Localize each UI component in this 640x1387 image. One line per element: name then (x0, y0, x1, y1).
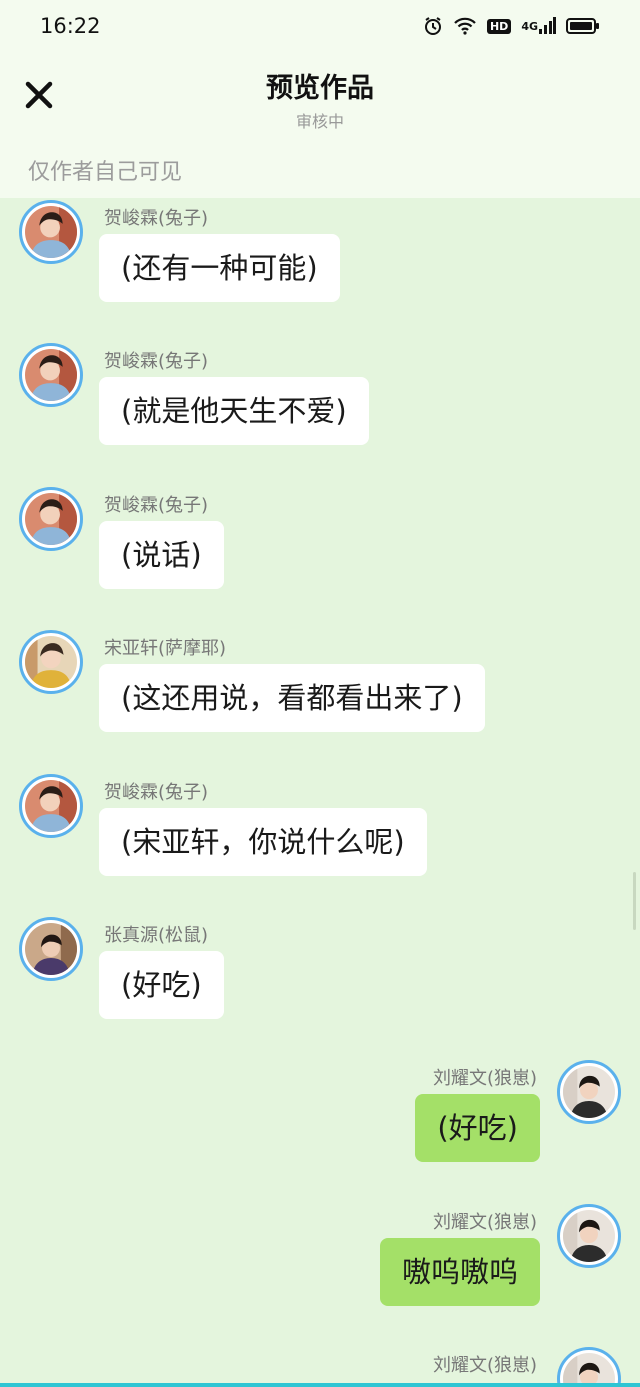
battery-icon (566, 17, 600, 35)
avatar-image (25, 780, 77, 832)
sender-name: 贺峻霖(兔子) (104, 208, 209, 229)
message-bubble[interactable]: (说话) (99, 521, 224, 589)
avatar-image (25, 636, 77, 688)
sender-name: 贺峻霖(兔子) (104, 782, 209, 803)
signal-icon: 4G (521, 17, 556, 35)
avatar-image (25, 206, 77, 258)
chat-list[interactable]: 贺峻霖(兔子) (还有一种可能) 贺峻霖(兔子) (就是他天生不爱) 贺峻霖(兔… (0, 198, 640, 1385)
wifi-icon (453, 17, 477, 35)
avatar[interactable] (19, 774, 83, 838)
scroll-indicator[interactable] (633, 872, 636, 930)
avatar-image (563, 1066, 615, 1118)
avatar-image (25, 349, 77, 401)
sender-name: 刘耀文(狼崽) (432, 1212, 537, 1233)
page-title: 预览作品 (266, 73, 374, 104)
network-type: 4G (521, 19, 538, 33)
avatar[interactable] (19, 343, 83, 407)
visibility-note: 仅作者自己可见 (28, 160, 183, 185)
avatar[interactable] (19, 917, 83, 981)
status-time: 16:22 (40, 14, 101, 38)
avatar[interactable] (19, 200, 83, 264)
status-icons: HD 4G (423, 16, 600, 36)
message-bubble[interactable]: (这还用说，看都看出来了) (99, 664, 485, 732)
sender-name: 宋亚轩(萨摩耶) (104, 638, 227, 659)
status-bar: 16:22 HD 4G (0, 0, 640, 56)
bottom-bar (0, 1383, 640, 1387)
review-status: 审核中 (295, 112, 344, 131)
avatar[interactable] (19, 630, 83, 694)
message-bubble[interactable]: (还有一种可能) (99, 234, 340, 302)
sender-name: 贺峻霖(兔子) (104, 495, 209, 516)
sender-name: 张真源(松鼠) (104, 925, 209, 946)
avatar-image (25, 923, 77, 975)
avatar[interactable] (557, 1204, 621, 1268)
message-bubble[interactable]: (好吃) (99, 951, 224, 1019)
sender-name: 刘耀文(狼崽) (432, 1068, 537, 1089)
avatar[interactable] (19, 487, 83, 551)
message-bubble[interactable]: (好吃) (415, 1094, 540, 1162)
header: 预览作品 审核中 仅作者自己可见 (0, 56, 640, 198)
avatar[interactable] (557, 1347, 621, 1385)
message-bubble[interactable]: (就是他天生不爱) (99, 377, 369, 445)
avatar-image (563, 1353, 615, 1385)
sender-name: 刘耀文(狼崽) (432, 1355, 537, 1376)
alarm-icon (423, 16, 443, 36)
avatar[interactable] (557, 1060, 621, 1124)
message-bubble[interactable]: 嗷呜嗷呜 (379, 1238, 540, 1306)
hd-icon: HD (486, 18, 512, 34)
message-bubble[interactable]: (宋亚轩，你说什么呢) (99, 808, 427, 876)
avatar-image (563, 1210, 615, 1262)
sender-name: 贺峻霖(兔子) (104, 351, 209, 372)
avatar-image (25, 493, 77, 545)
